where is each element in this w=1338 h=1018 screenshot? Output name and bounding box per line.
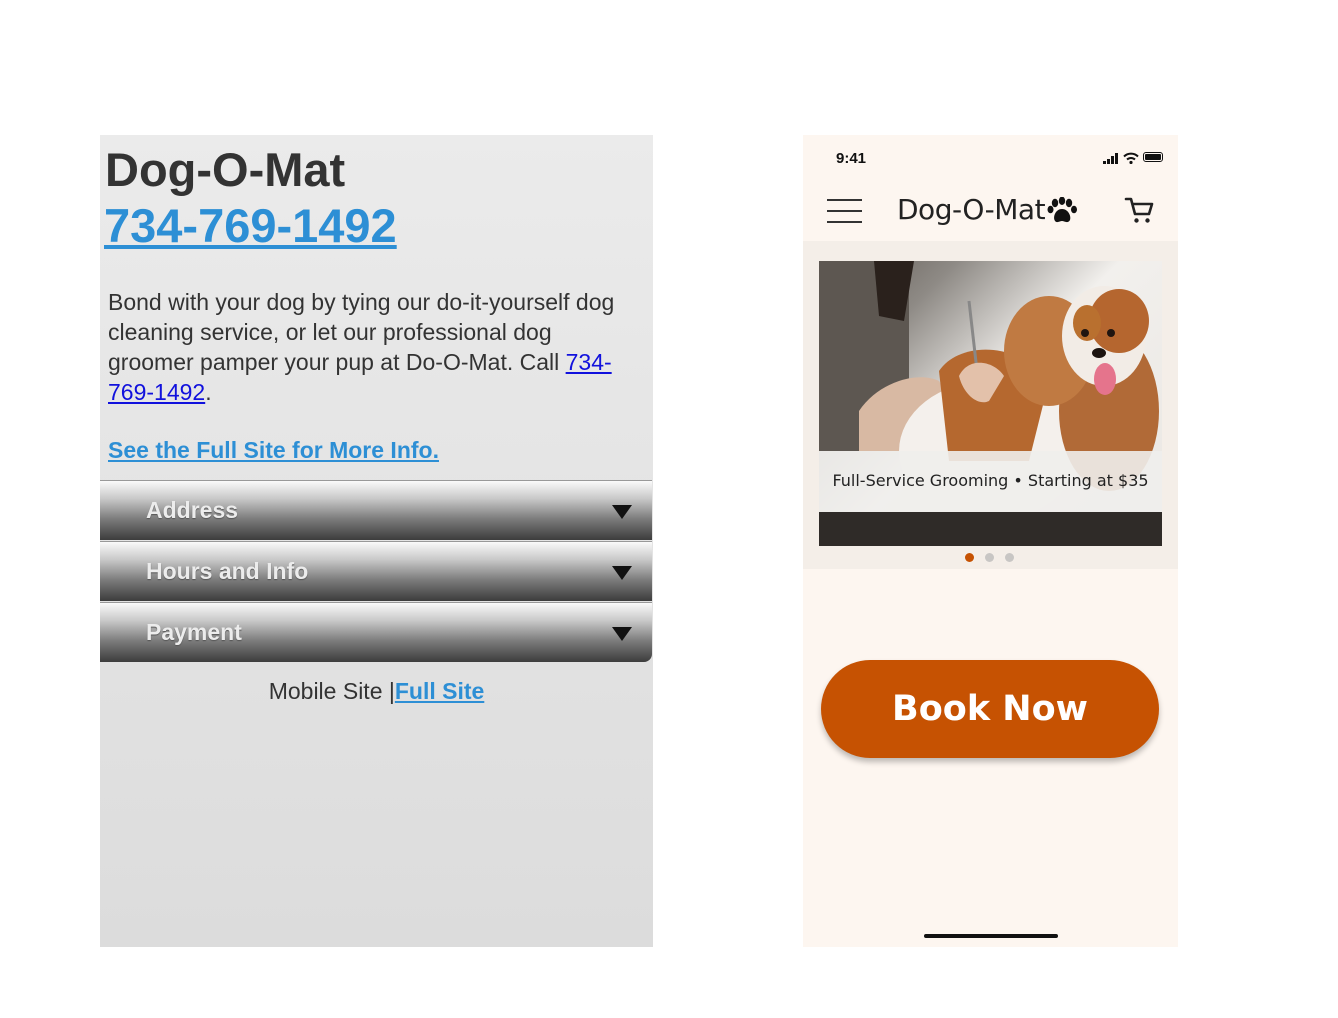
new-app-mockup: 9:41 Dog-O-Mat Full-Service Grooming • S… (803, 135, 1178, 947)
hamburger-menu-icon[interactable] (827, 199, 862, 223)
accordion-payment-label: Payment (146, 619, 242, 645)
app-title: Dog-O-Mat (897, 193, 1046, 226)
dropdown-arrow-icon (612, 627, 632, 641)
full-site-info-link[interactable]: See the Full Site for More Info. (108, 437, 439, 464)
hero-caption: Full-Service Grooming • Starting at $35 (832, 471, 1149, 490)
accordion-hours-label: Hours and Info (146, 558, 309, 584)
dropdown-arrow-icon (612, 505, 632, 519)
accordion-address-label: Address (146, 497, 239, 523)
dropdown-arrow-icon (612, 566, 632, 580)
signal-icon (1103, 152, 1121, 164)
paw-icon (1047, 197, 1077, 223)
hero-image: Full-Service Grooming • Starting at $35 (819, 261, 1162, 546)
hero-caption-band: Full-Service Grooming • Starting at $35 (819, 451, 1162, 512)
status-icons (1103, 152, 1163, 164)
carousel-dot-1[interactable] (965, 553, 974, 562)
accordion-address[interactable]: Address (100, 480, 652, 540)
phone-link[interactable]: 734-769-1492 (104, 199, 397, 253)
footer-mobile-site: Mobile Site | (268, 678, 395, 704)
carousel-dot-2[interactable] (985, 553, 994, 562)
cart-icon[interactable] (1124, 195, 1154, 225)
footer-full-site-link[interactable]: Full Site (395, 678, 484, 704)
site-footer: Mobile Site |Full Site (100, 678, 653, 705)
battery-icon (1143, 152, 1163, 162)
intro-text: Bond with your dog by tying our do-it-yo… (108, 289, 615, 375)
hero-carousel[interactable]: Full-Service Grooming • Starting at $35 (803, 241, 1178, 569)
wifi-icon (1123, 152, 1139, 164)
old-mobile-site: Dog-O-Mat 734-769-1492 Bond with your do… (100, 135, 653, 947)
book-now-button[interactable]: Book Now (821, 660, 1159, 758)
accordion-hours[interactable]: Hours and Info (100, 541, 652, 601)
intro-paragraph: Bond with your dog by tying our do-it-yo… (108, 287, 643, 407)
carousel-dot-3[interactable] (1005, 553, 1014, 562)
home-indicator (924, 934, 1058, 938)
intro-end: . (205, 379, 212, 405)
site-brand: Dog-O-Mat (105, 143, 346, 196)
status-time: 9:41 (836, 150, 867, 167)
accordion-payment[interactable]: Payment (100, 602, 652, 662)
